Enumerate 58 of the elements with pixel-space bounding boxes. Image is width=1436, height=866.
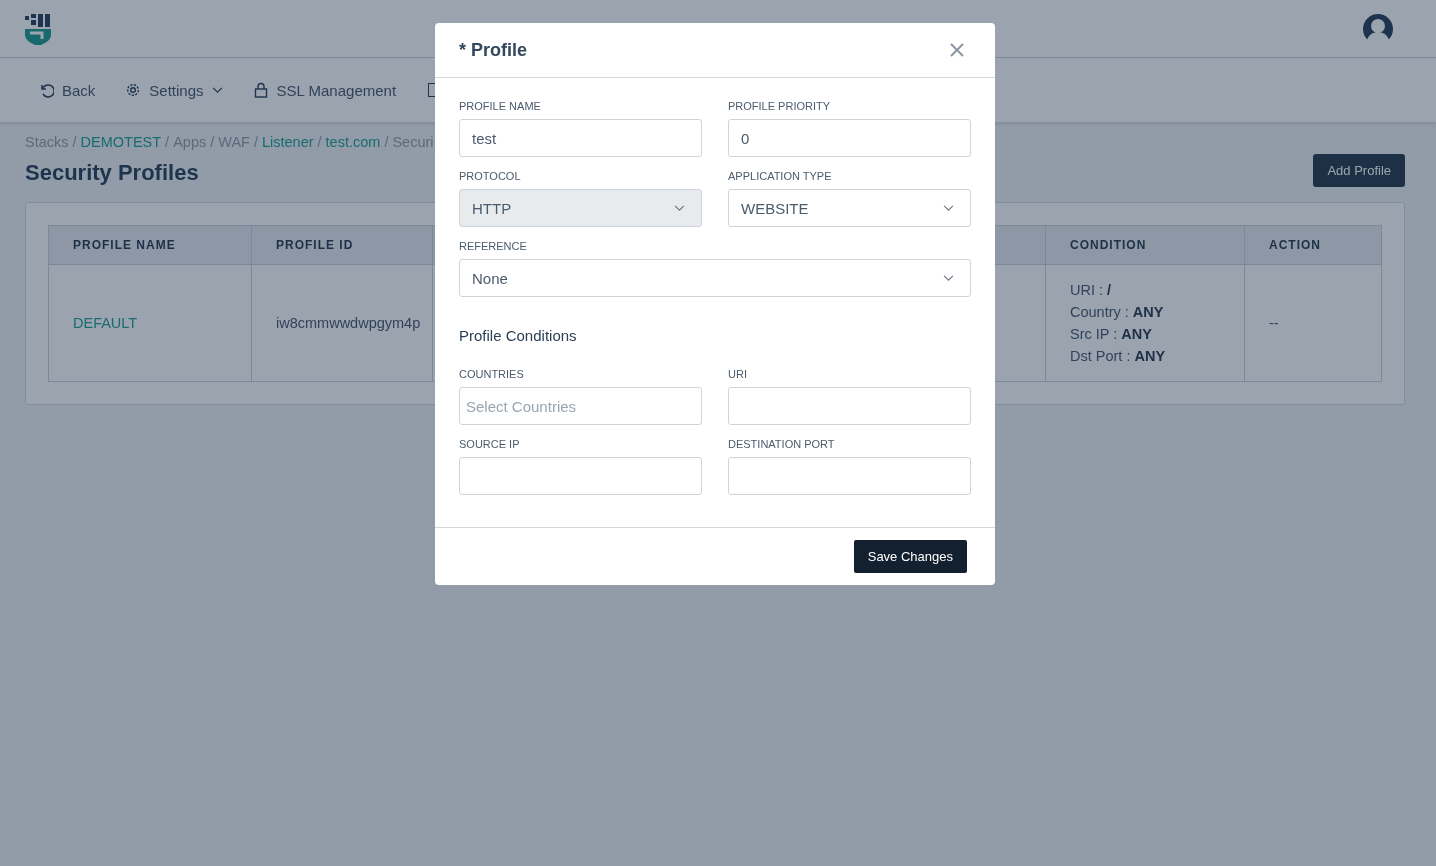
section-heading: Profile Conditions [459,327,578,344]
field-label: COUNTRIES [459,368,525,380]
field-label: URI [728,368,748,380]
breadcrumb-separator: / [210,134,215,150]
breadcrumb-link[interactable]: test.com [325,134,381,150]
column-header: ACTION [1244,225,1382,265]
nav-item[interactable]: Settings [125,81,223,99]
field-label: PROTOCOL [459,170,522,182]
undo-icon [38,82,54,98]
breadcrumb-separator: / [72,134,77,150]
nav-label[interactable]: SSL Management [276,81,397,99]
add-profile-button[interactable]: Add Profile [1313,154,1405,187]
field-label: PROFILE PRIORITY [728,100,832,112]
close-icon[interactable] [950,43,964,57]
dialog-title: * Profile [459,39,528,61]
breadcrumb-link[interactable]: DEMOTEST [80,134,162,150]
lock-icon [252,82,269,98]
field-label: SOURCE IP [459,438,521,450]
nav-label[interactable]: Back [62,81,96,99]
breadcrumb-separator: / [165,134,170,150]
input-field[interactable] [728,387,971,425]
profile-link[interactable]: DEFAULT [48,264,252,382]
chevron-down-icon [943,274,954,282]
column-header: PROFILE ID [251,225,433,265]
nav-item[interactable]: Back [38,81,96,99]
page-title: Security Profiles [25,159,199,186]
breadcrumb-separator: / [384,134,389,150]
select-field[interactable]: None [459,259,971,297]
breadcrumb-separator: / [317,134,322,150]
chevron-down-icon [674,204,685,212]
column-header: PROFILE NAME [48,225,252,265]
field-label: REFERENCE [459,240,528,252]
condition-line: URI : / [1070,281,1113,300]
breadcrumb-separator: / [253,134,258,150]
nav-item[interactable]: SSL Management [252,81,397,99]
input-field[interactable]: Select Countries [459,387,702,425]
avatar-icon[interactable] [1362,12,1394,45]
table-cell: iw8cmmwwdwpgym4p [251,264,433,382]
input-field[interactable] [728,457,971,495]
breadcrumb-link[interactable]: Listener [261,134,314,150]
condition-line: Country : ANY [1070,303,1165,322]
field-label: DESTINATION PORT [728,438,836,450]
chevron-down-icon [943,204,954,212]
field-label: APPLICATION TYPE [728,170,833,182]
condition-line: Dst Port : ANY [1070,347,1167,366]
table-cell: -- [1244,264,1382,382]
condition-line: Src IP : ANY [1070,325,1153,344]
input-field[interactable]: 0 [728,119,971,157]
chevron-down-icon [211,86,223,94]
nav-label[interactable]: Settings [149,81,204,99]
settings-icon [125,82,142,98]
input-field[interactable]: test [459,119,702,157]
column-header: CONDITION [1045,225,1245,265]
shield-logo [24,12,52,45]
field-label: PROFILE NAME [459,100,542,112]
save-changes-button[interactable]: Save Changes [853,540,967,573]
select-field[interactable]: WEBSITE [728,189,971,227]
input-field[interactable] [459,457,702,495]
